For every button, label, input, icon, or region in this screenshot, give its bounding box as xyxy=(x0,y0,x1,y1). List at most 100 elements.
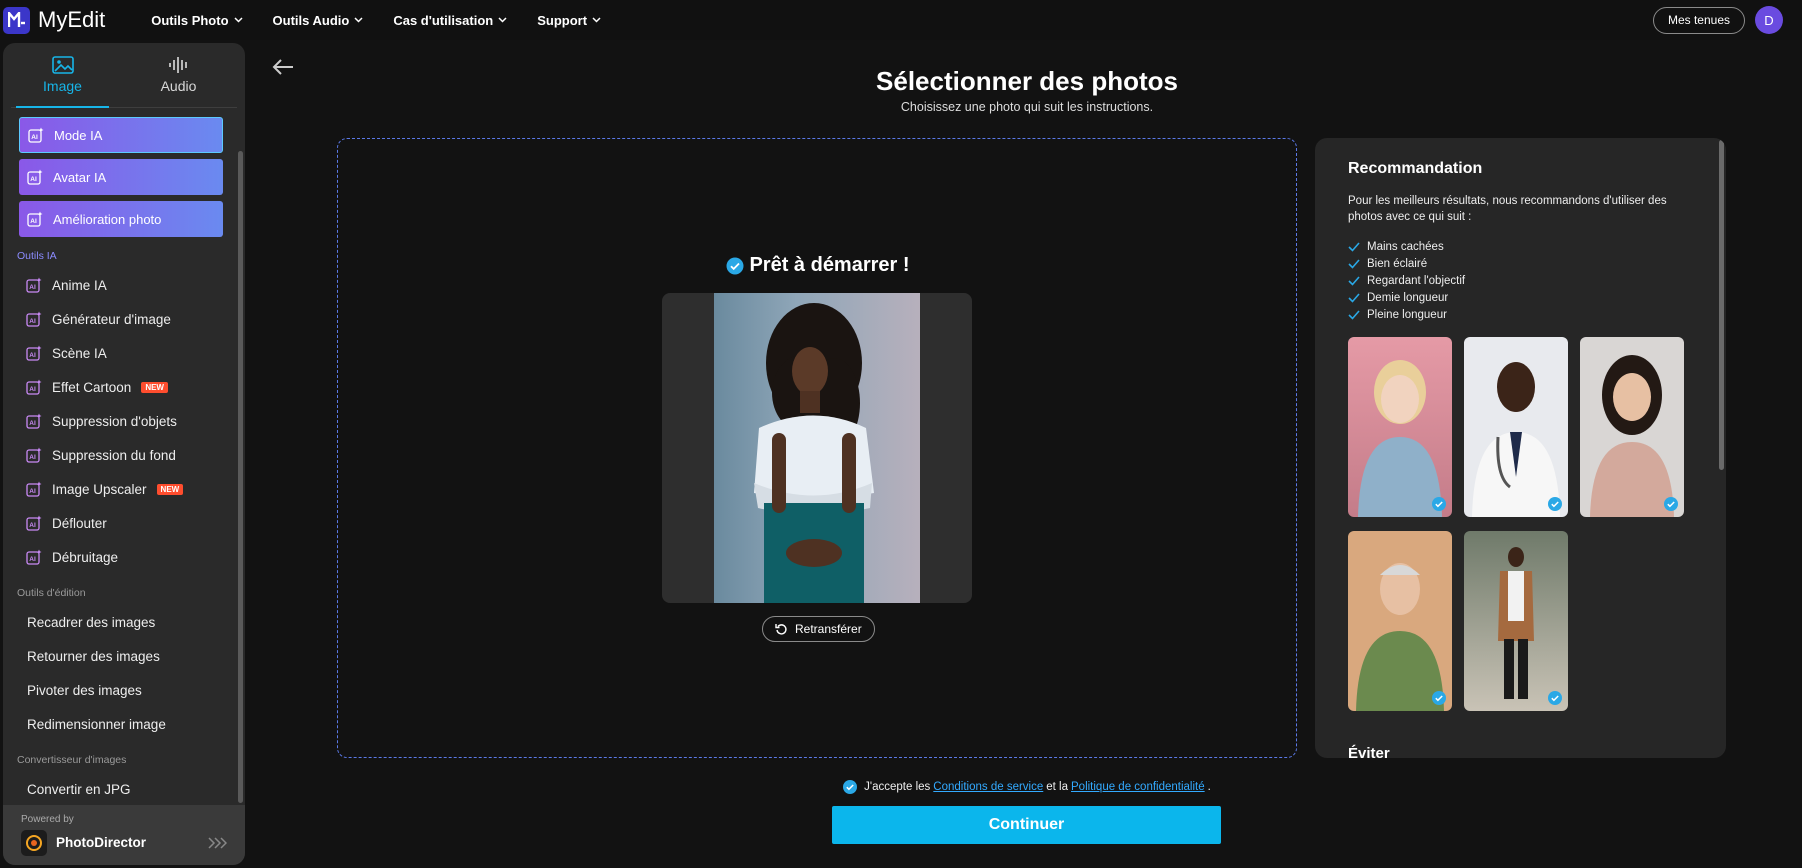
sidebar-item-ai-tool[interactable]: AI Suppression d'objets xyxy=(3,404,245,438)
check-icon xyxy=(1348,258,1360,269)
nav-outils-photo[interactable]: Outils Photo xyxy=(151,13,243,28)
chevron-down-icon xyxy=(234,17,243,23)
sidebar-scrollbar[interactable] xyxy=(238,151,243,803)
example-photo xyxy=(1348,531,1452,711)
nav-outils-audio[interactable]: Outils Audio xyxy=(273,13,364,28)
svg-text:AI: AI xyxy=(29,318,36,325)
avoid-title: Éviter xyxy=(1348,745,1390,758)
avatar-ia-button[interactable]: AI Avatar IA xyxy=(19,159,223,195)
sidebar-item-ai-tool[interactable]: AI Anime IA xyxy=(3,268,245,302)
recommendation-scrollbar[interactable] xyxy=(1719,140,1724,470)
sidebar-item-ai-tool[interactable]: AI Scène IA xyxy=(3,336,245,370)
list-item: Bien éclairé xyxy=(1348,255,1465,272)
svg-text:AI: AI xyxy=(29,556,36,563)
privacy-link[interactable]: Politique de confidentialité xyxy=(1071,781,1205,793)
sidebar-item-redimensionner[interactable]: Redimensionner image xyxy=(3,707,245,741)
terms-link[interactable]: Conditions de service xyxy=(933,781,1043,793)
list-item: Mains cachées xyxy=(1348,238,1465,255)
ai-icon: AI xyxy=(28,127,44,143)
uploaded-photo xyxy=(714,293,920,603)
ai-icon: AI xyxy=(26,277,42,293)
upload-dropzone[interactable]: Prêt à démarrer ! Retransférer xyxy=(337,138,1297,758)
recommendation-title: Recommandation xyxy=(1348,160,1483,177)
new-badge: NEW xyxy=(141,381,168,393)
example-photo xyxy=(1464,337,1568,517)
amelioration-photo-button[interactable]: AI Amélioration photo xyxy=(19,201,223,237)
sidebar-item-ai-tool[interactable]: AI Débruitage xyxy=(3,540,245,574)
list-item: Demie longueur xyxy=(1348,289,1465,306)
recommendation-description: Pour les meilleurs résultats, nous recom… xyxy=(1348,195,1667,223)
sidebar-item-label: Scène IA xyxy=(52,345,107,361)
list-item: Regardant l'objectif xyxy=(1348,272,1465,289)
sidebar-item-ai-tool[interactable]: AI Déflouter xyxy=(3,506,245,540)
recommendation-panel[interactable]: Recommandation Pour les meilleurs résult… xyxy=(1315,138,1726,758)
sidebar-item-pivoter[interactable]: Pivoter des images xyxy=(3,673,245,707)
svg-text:AI: AI xyxy=(29,454,36,461)
sidebar-item-label: Générateur d'image xyxy=(52,311,171,327)
chevron-down-icon xyxy=(354,17,363,23)
check-circle-icon xyxy=(1548,691,1562,705)
example-photo xyxy=(1464,531,1568,711)
retransfer-button[interactable]: Retransférer xyxy=(762,616,875,642)
sidebar-item-label: Image Upscaler xyxy=(52,481,147,497)
sidebar-item-label: Débruitage xyxy=(52,549,119,565)
chevron-down-icon xyxy=(498,17,507,23)
app-name: MyEdit xyxy=(38,7,106,32)
ai-icon: AI xyxy=(27,211,43,227)
user-avatar[interactable]: D xyxy=(1755,6,1783,34)
svg-text:AI: AI xyxy=(29,420,36,427)
check-circle-icon xyxy=(1548,497,1562,511)
svg-text:AI: AI xyxy=(31,134,38,141)
check-icon xyxy=(1348,275,1360,286)
svg-text:AI: AI xyxy=(29,284,36,291)
check-icon xyxy=(1348,292,1360,303)
mode-ia-button[interactable]: AI Mode IA xyxy=(19,117,223,153)
example-photo xyxy=(1348,337,1452,517)
sidebar-item-label: Suppression d'objets xyxy=(52,413,177,429)
ai-icon: AI xyxy=(26,447,42,463)
svg-text:AI: AI xyxy=(29,522,36,529)
sidebar-item-recadrer[interactable]: Recadrer des images xyxy=(3,605,245,639)
checkbox-checked-icon[interactable] xyxy=(843,780,858,794)
ai-icon: AI xyxy=(26,413,42,429)
logo[interactable]: MyEdit xyxy=(3,6,106,34)
check-circle-icon xyxy=(1664,497,1678,511)
sidebar-item-ai-tool[interactable]: AI Générateur d'image xyxy=(3,302,245,336)
my-outfits-button[interactable]: Mes tenues xyxy=(1652,6,1745,34)
svg-text:AI: AI xyxy=(29,488,36,495)
check-circle-icon xyxy=(1432,497,1446,511)
nav-cas-utilisation[interactable]: Cas d'utilisation xyxy=(393,13,507,28)
top-bar: MyEdit Outils Photo Outils Audio Cas d'u… xyxy=(0,0,1802,40)
check-icon xyxy=(1348,241,1360,252)
sidebar-item-ai-tool[interactable]: AI Suppression du fond xyxy=(3,438,245,472)
new-badge: NEW xyxy=(156,483,184,495)
sidebar: Image Audio AI Mode IA AI Avatar IA AI A… xyxy=(3,43,245,865)
sidebar-item-retourner[interactable]: Retourner des images xyxy=(3,639,245,673)
nav-support[interactable]: Support xyxy=(537,13,601,28)
powered-by-panel[interactable]: Powered by PhotoDirector xyxy=(3,805,245,865)
ai-icon: AI xyxy=(26,379,42,395)
svg-text:AI: AI xyxy=(30,176,37,183)
photodirector-logo-icon xyxy=(21,830,47,856)
myedit-logo-icon xyxy=(3,6,30,34)
main-nav: Outils Photo Outils Audio Cas d'utilisat… xyxy=(151,13,631,28)
example-photo xyxy=(1580,337,1684,517)
sidebar-item-ai-tool[interactable]: AI Image Upscaler NEW xyxy=(3,472,245,506)
ai-icon: AI xyxy=(26,311,42,327)
ai-icon: AI xyxy=(27,169,43,185)
svg-text:AI: AI xyxy=(29,352,36,359)
double-chevron-right-icon xyxy=(208,837,227,849)
refresh-icon xyxy=(775,623,787,635)
continue-button[interactable]: Continuer xyxy=(832,806,1221,844)
sidebar-item-ai-tool[interactable]: AI Effet Cartoon NEW xyxy=(3,370,245,404)
ready-status: Prêt à démarrer ! xyxy=(338,254,1298,277)
list-item: Pleine longueur xyxy=(1348,306,1465,323)
svg-text:AI: AI xyxy=(30,218,37,225)
page-subtitle: Choisissez une photo qui suit les instru… xyxy=(900,100,1154,114)
ai-icon: AI xyxy=(26,549,42,565)
section-title-edit-tools: Outils d'édition xyxy=(17,587,86,599)
svg-text:AI: AI xyxy=(29,386,36,393)
sidebar-item-label: Suppression du fond xyxy=(52,447,176,463)
page-title: Sélectionner des photos xyxy=(876,66,1178,96)
sidebar-menu[interactable]: AI Mode IA AI Avatar IA AI Amélioration … xyxy=(3,108,245,805)
